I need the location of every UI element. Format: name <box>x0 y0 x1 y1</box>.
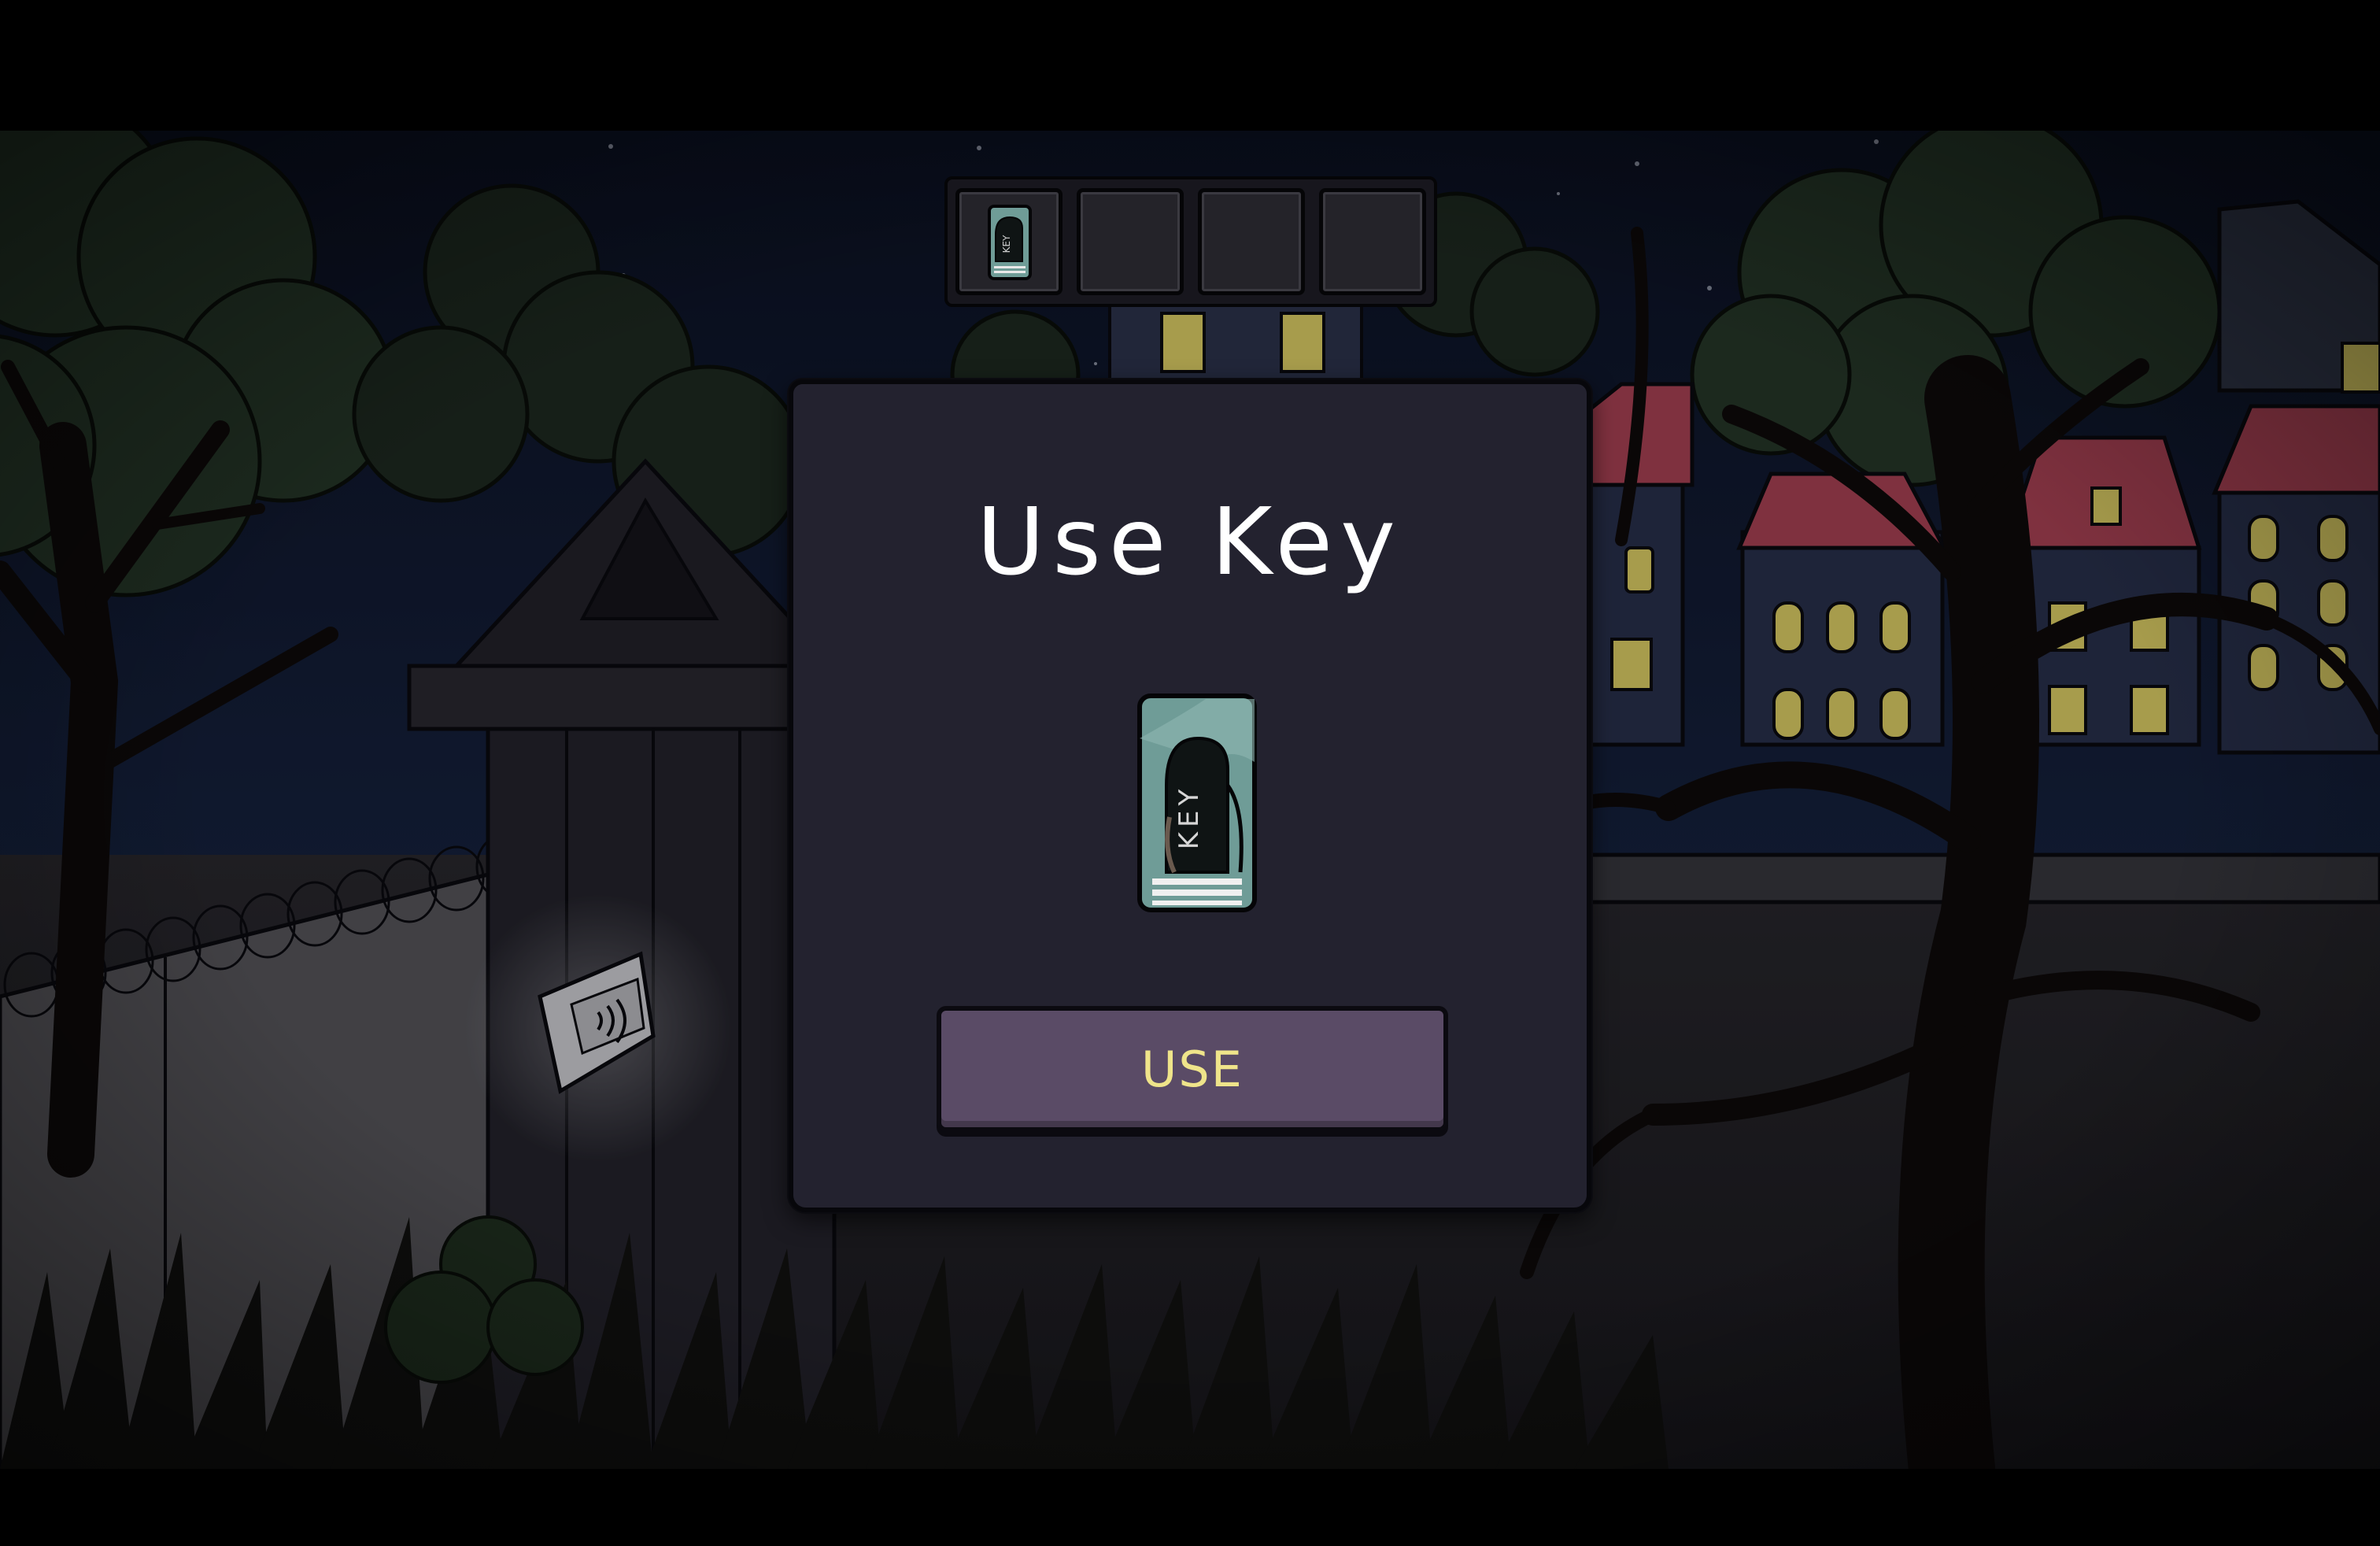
use-item-dialog: Use Key KEY USE <box>789 379 1591 1212</box>
inventory-slot-2[interactable] <box>1077 188 1184 295</box>
inventory-bar: KEY <box>944 176 1437 307</box>
use-button[interactable]: USE <box>937 1006 1448 1132</box>
inventory-slot-3[interactable] <box>1198 188 1305 295</box>
inventory-slot-4[interactable] <box>1319 188 1426 295</box>
inventory-slot-1[interactable]: KEY <box>955 188 1062 295</box>
key-card-icon: KEY <box>988 205 1032 280</box>
dialog-title: Use Key <box>977 487 1403 596</box>
key-card-icon: KEY <box>1137 693 1257 912</box>
svg-text:KEY: KEY <box>1173 785 1205 850</box>
svg-text:KEY: KEY <box>1001 235 1012 253</box>
game-screen: KEY Use Key KEY USE <box>0 0 2380 1546</box>
